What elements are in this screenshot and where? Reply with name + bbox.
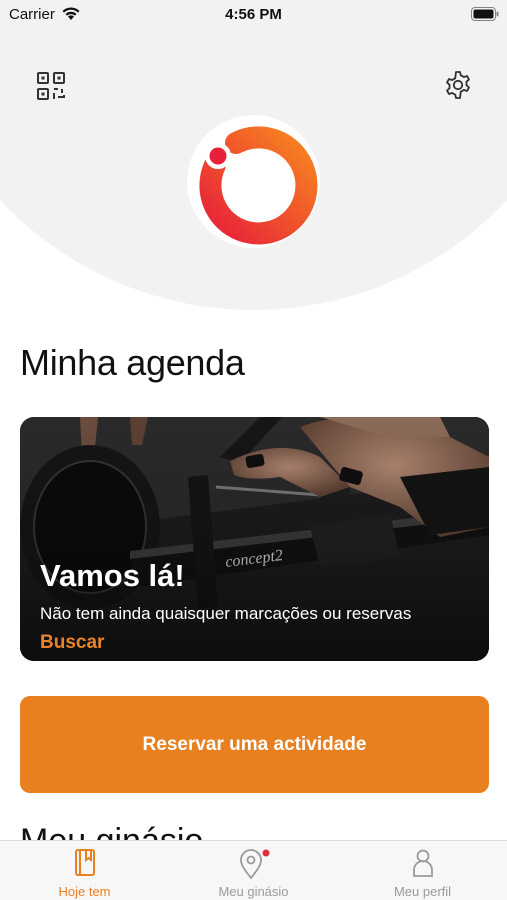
clock: 4:56 PM — [225, 6, 282, 23]
notebook-icon — [73, 848, 97, 883]
tab-my-profile[interactable]: Meu perfil — [338, 841, 507, 900]
tab-bar: Hoje tem Meu ginásio Meu perfil — [0, 840, 507, 900]
card-subtitle: Não tem ainda quaisquer marcações ou res… — [40, 604, 412, 623]
qr-code-icon[interactable] — [36, 71, 66, 101]
tab-label-my-profile: Meu perfil — [393, 884, 452, 899]
search-link[interactable]: Buscar — [40, 632, 104, 654]
tab-today[interactable]: Hoje tem — [0, 841, 169, 900]
rowing-machine-photo: concept2 — [20, 417, 489, 661]
book-activity-button[interactable]: Reservar uma actividade — [20, 696, 489, 793]
app-logo — [187, 115, 320, 248]
notification-dot — [262, 849, 269, 857]
tab-label-my-gym: Meu ginásio — [218, 884, 289, 899]
gear-icon[interactable] — [443, 70, 473, 100]
empty-agenda-card: concept2 Vamos lá! Não tem ainda quaisqu… — [20, 417, 489, 661]
page-title: Minha agenda — [20, 342, 245, 383]
person-icon — [411, 848, 435, 883]
card-headline: Vamos lá! — [40, 558, 185, 593]
tab-my-gym[interactable]: Meu ginásio — [169, 841, 338, 900]
screen: Carrier 4:56 PM Minha agenda Vamos lá! N… — [0, 0, 507, 900]
location-pin-icon — [237, 848, 271, 885]
battery-icon — [471, 7, 499, 26]
status-bar: Carrier 4:56 PM — [0, 0, 507, 30]
tab-label-today: Hoje tem — [58, 884, 111, 899]
